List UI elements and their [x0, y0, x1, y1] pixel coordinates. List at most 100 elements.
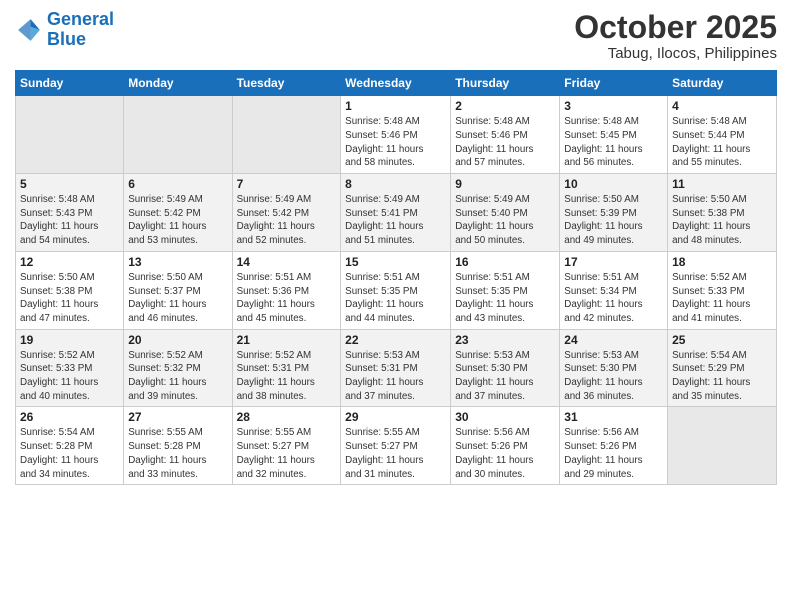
calendar-week-row: 5 Sunrise: 5:48 AM Sunset: 5:43 PM Daylig… [16, 174, 777, 252]
calendar-cell: 21 Sunrise: 5:52 AM Sunset: 5:31 PM Dayli… [232, 329, 341, 407]
day-number: 23 [455, 333, 555, 347]
title-block: October 2025 Tabug, Ilocos, Philippines [574, 10, 777, 62]
calendar-cell: 3 Sunrise: 5:48 AM Sunset: 5:45 PM Daylig… [560, 96, 668, 174]
calendar-cell: 6 Sunrise: 5:49 AM Sunset: 5:42 PM Daylig… [124, 174, 232, 252]
day-info: Sunrise: 5:52 AM Sunset: 5:32 PM Dayligh… [128, 349, 227, 404]
calendar-cell: 4 Sunrise: 5:48 AM Sunset: 5:44 PM Daylig… [668, 96, 777, 174]
header: General Blue October 2025 Tabug, Ilocos,… [15, 10, 777, 62]
calendar-week-row: 26 Sunrise: 5:54 AM Sunset: 5:28 PM Dayli… [16, 407, 777, 485]
day-number: 1 [345, 99, 446, 113]
calendar-cell: 2Sunrise: 5:48 AM Sunset: 5:46 PM Daylig… [451, 96, 560, 174]
day-number: 5 [20, 177, 119, 191]
day-info: Sunrise: 5:56 AM Sunset: 5:26 PM Dayligh… [455, 426, 555, 481]
day-info: Sunrise: 5:56 AM Sunset: 5:26 PM Dayligh… [564, 426, 663, 481]
calendar-cell: 22 Sunrise: 5:53 AM Sunset: 5:31 PM Dayli… [341, 329, 451, 407]
day-info: Sunrise: 5:51 AM Sunset: 5:35 PM Dayligh… [455, 271, 555, 326]
calendar-day-header: Friday [560, 71, 668, 96]
calendar-header-row: SundayMondayTuesdayWednesdayThursdayFrid… [16, 71, 777, 96]
day-number: 8 [345, 177, 446, 191]
day-number: 28 [237, 410, 337, 424]
calendar-title: October 2025 [574, 10, 777, 45]
logo-icon [15, 16, 43, 44]
calendar-cell [232, 96, 341, 174]
calendar-cell: 11 Sunrise: 5:50 AM Sunset: 5:38 PM Dayli… [668, 174, 777, 252]
calendar-week-row: 12Sunrise: 5:50 AM Sunset: 5:38 PM Dayli… [16, 251, 777, 329]
calendar-cell: 12Sunrise: 5:50 AM Sunset: 5:38 PM Dayli… [16, 251, 124, 329]
day-number: 7 [237, 177, 337, 191]
calendar-cell: 23 Sunrise: 5:53 AM Sunset: 5:30 PM Dayli… [451, 329, 560, 407]
day-number: 3 [564, 99, 663, 113]
calendar-cell: 14 Sunrise: 5:51 AM Sunset: 5:36 PM Dayli… [232, 251, 341, 329]
day-info: Sunrise: 5:55 AM Sunset: 5:28 PM Dayligh… [128, 426, 227, 481]
day-number: 26 [20, 410, 119, 424]
calendar-cell: 7 Sunrise: 5:49 AM Sunset: 5:42 PM Daylig… [232, 174, 341, 252]
day-info: Sunrise: 5:54 AM Sunset: 5:28 PM Dayligh… [20, 426, 119, 481]
calendar-cell [16, 96, 124, 174]
calendar-cell: 31Sunrise: 5:56 AM Sunset: 5:26 PM Dayli… [560, 407, 668, 485]
calendar-cell: 24 Sunrise: 5:53 AM Sunset: 5:30 PM Dayli… [560, 329, 668, 407]
calendar-day-header: Thursday [451, 71, 560, 96]
logo: General Blue [15, 10, 114, 50]
day-number: 10 [564, 177, 663, 191]
calendar-cell: 9 Sunrise: 5:49 AM Sunset: 5:40 PM Daylig… [451, 174, 560, 252]
calendar-cell: 13Sunrise: 5:50 AM Sunset: 5:37 PM Dayli… [124, 251, 232, 329]
calendar-cell: 19 Sunrise: 5:52 AM Sunset: 5:33 PM Dayli… [16, 329, 124, 407]
calendar-cell: 10 Sunrise: 5:50 AM Sunset: 5:39 PM Dayli… [560, 174, 668, 252]
day-number: 15 [345, 255, 446, 269]
day-info: Sunrise: 5:52 AM Sunset: 5:33 PM Dayligh… [20, 349, 119, 404]
day-info: Sunrise: 5:55 AM Sunset: 5:27 PM Dayligh… [345, 426, 446, 481]
day-number: 30 [455, 410, 555, 424]
day-number: 22 [345, 333, 446, 347]
day-number: 17 [564, 255, 663, 269]
calendar-day-header: Saturday [668, 71, 777, 96]
calendar-week-row: 1 Sunrise: 5:48 AM Sunset: 5:46 PM Daylig… [16, 96, 777, 174]
day-info: Sunrise: 5:53 AM Sunset: 5:30 PM Dayligh… [455, 349, 555, 404]
day-info: Sunrise: 5:50 AM Sunset: 5:37 PM Dayligh… [128, 271, 227, 326]
day-number: 4 [672, 99, 772, 113]
day-info: Sunrise: 5:51 AM Sunset: 5:36 PM Dayligh… [237, 271, 337, 326]
day-info: Sunrise: 5:48 AM Sunset: 5:45 PM Dayligh… [564, 115, 663, 170]
day-info: Sunrise: 5:48 AM Sunset: 5:46 PM Dayligh… [345, 115, 446, 170]
day-info: Sunrise: 5:52 AM Sunset: 5:31 PM Dayligh… [237, 349, 337, 404]
day-info: Sunrise: 5:49 AM Sunset: 5:40 PM Dayligh… [455, 193, 555, 248]
day-number: 25 [672, 333, 772, 347]
day-number: 16 [455, 255, 555, 269]
calendar-cell: 28Sunrise: 5:55 AM Sunset: 5:27 PM Dayli… [232, 407, 341, 485]
day-info: Sunrise: 5:50 AM Sunset: 5:39 PM Dayligh… [564, 193, 663, 248]
day-number: 18 [672, 255, 772, 269]
day-info: Sunrise: 5:51 AM Sunset: 5:35 PM Dayligh… [345, 271, 446, 326]
day-info: Sunrise: 5:54 AM Sunset: 5:29 PM Dayligh… [672, 349, 772, 404]
day-number: 24 [564, 333, 663, 347]
day-info: Sunrise: 5:48 AM Sunset: 5:43 PM Dayligh… [20, 193, 119, 248]
day-number: 11 [672, 177, 772, 191]
day-number: 9 [455, 177, 555, 191]
day-number: 14 [237, 255, 337, 269]
day-info: Sunrise: 5:51 AM Sunset: 5:34 PM Dayligh… [564, 271, 663, 326]
day-number: 20 [128, 333, 227, 347]
calendar-table: SundayMondayTuesdayWednesdayThursdayFrid… [15, 70, 777, 485]
day-info: Sunrise: 5:52 AM Sunset: 5:33 PM Dayligh… [672, 271, 772, 326]
calendar-cell: 20 Sunrise: 5:52 AM Sunset: 5:32 PM Dayli… [124, 329, 232, 407]
day-number: 2 [455, 99, 555, 113]
day-info: Sunrise: 5:49 AM Sunset: 5:41 PM Dayligh… [345, 193, 446, 248]
calendar-day-header: Wednesday [341, 71, 451, 96]
day-number: 6 [128, 177, 227, 191]
calendar-cell: 18 Sunrise: 5:52 AM Sunset: 5:33 PM Dayli… [668, 251, 777, 329]
page: General Blue October 2025 Tabug, Ilocos,… [0, 0, 792, 612]
day-info: Sunrise: 5:49 AM Sunset: 5:42 PM Dayligh… [128, 193, 227, 248]
day-info: Sunrise: 5:53 AM Sunset: 5:31 PM Dayligh… [345, 349, 446, 404]
calendar-cell: 25 Sunrise: 5:54 AM Sunset: 5:29 PM Dayli… [668, 329, 777, 407]
day-number: 29 [345, 410, 446, 424]
day-info: Sunrise: 5:49 AM Sunset: 5:42 PM Dayligh… [237, 193, 337, 248]
calendar-day-header: Tuesday [232, 71, 341, 96]
day-info: Sunrise: 5:48 AM Sunset: 5:44 PM Dayligh… [672, 115, 772, 170]
day-info: Sunrise: 5:50 AM Sunset: 5:38 PM Dayligh… [20, 271, 119, 326]
calendar-day-header: Sunday [16, 71, 124, 96]
day-number: 27 [128, 410, 227, 424]
day-number: 21 [237, 333, 337, 347]
day-number: 19 [20, 333, 119, 347]
day-info: Sunrise: 5:53 AM Sunset: 5:30 PM Dayligh… [564, 349, 663, 404]
calendar-cell: 1 Sunrise: 5:48 AM Sunset: 5:46 PM Daylig… [341, 96, 451, 174]
day-info: Sunrise: 5:50 AM Sunset: 5:38 PM Dayligh… [672, 193, 772, 248]
calendar-cell: 17 Sunrise: 5:51 AM Sunset: 5:34 PM Dayli… [560, 251, 668, 329]
